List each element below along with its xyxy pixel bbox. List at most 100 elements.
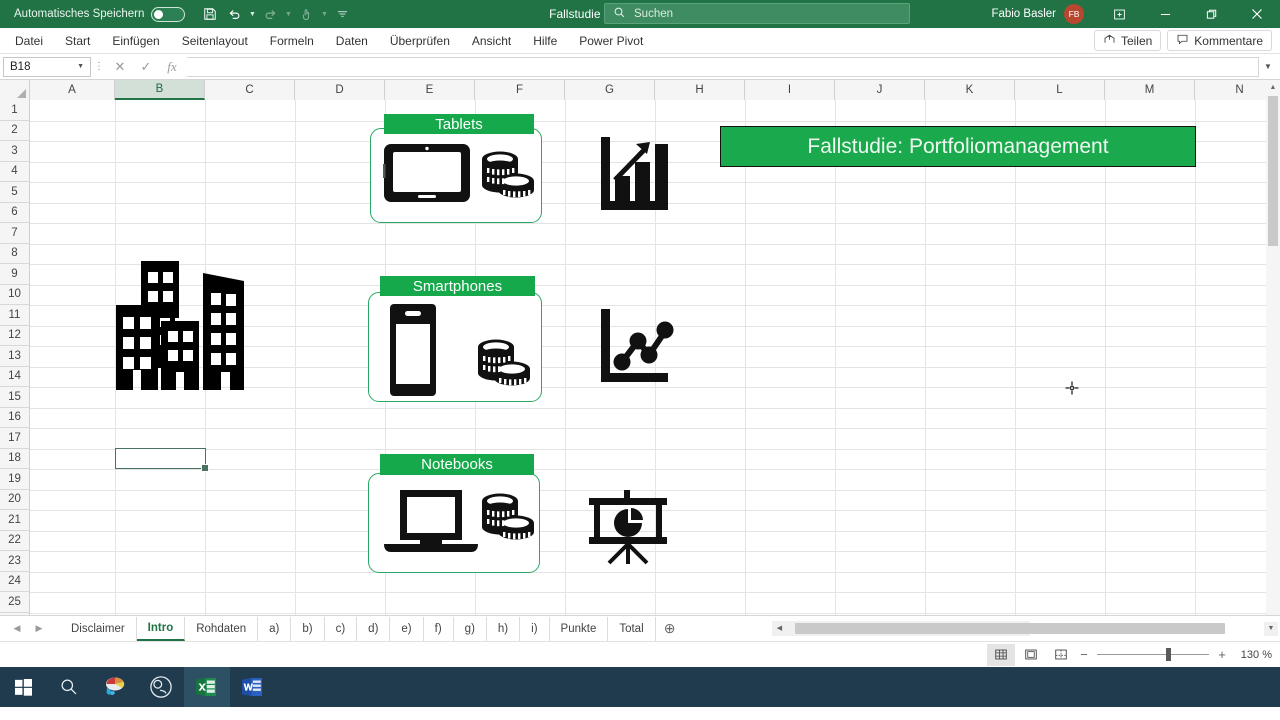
row-header-1[interactable]: 1 (0, 100, 29, 121)
cancel-icon[interactable]: ✕ (107, 56, 133, 78)
autosave-toggle[interactable] (151, 6, 186, 22)
sheet-tab-intro[interactable]: Intro (136, 616, 186, 641)
excel-taskbar[interactable] (184, 667, 230, 707)
touch-mode-icon[interactable] (295, 3, 317, 25)
sheet-tab-d[interactable]: d) (357, 616, 391, 641)
ribbon-tab-start[interactable]: Start (54, 28, 101, 54)
column-header-m[interactable]: M (1105, 80, 1195, 100)
row-header-5[interactable]: 5 (0, 182, 29, 203)
grid-cells[interactable]: Fallstudie: Portfoliomanagement Tablets … (30, 100, 1280, 615)
page-break-preview-icon[interactable] (1047, 644, 1075, 666)
scroll-left-icon[interactable]: ◀ (772, 620, 787, 636)
horizontal-scroll-track[interactable] (787, 620, 1225, 636)
row-header-20[interactable]: 20 (0, 489, 29, 510)
undo-dropdown-icon[interactable]: ▼ (247, 3, 257, 25)
row-header-25[interactable]: 25 (0, 592, 29, 613)
scroll-up-icon[interactable]: ▲ (1266, 80, 1280, 94)
row-header-24[interactable]: 24 (0, 571, 29, 592)
column-header-a[interactable]: A (30, 80, 115, 100)
sheet-tab-i[interactable]: i) (520, 616, 550, 641)
normal-view-icon[interactable] (987, 643, 1015, 666)
bar-chart-growth-icon[interactable] (598, 136, 668, 217)
add-sheet-icon[interactable]: ⊕ (656, 617, 684, 641)
column-header-h[interactable]: H (655, 80, 745, 100)
expand-formula-bar-icon[interactable]: ▼ (1259, 62, 1277, 71)
sheet-tab-f[interactable]: f) (424, 616, 454, 641)
zoom-in-button[interactable]: + (1216, 647, 1228, 662)
column-header-c[interactable]: C (205, 80, 295, 100)
column-header-k[interactable]: K (925, 80, 1015, 100)
minimize-icon[interactable] (1142, 0, 1188, 28)
column-header-j[interactable]: J (835, 80, 925, 100)
zoom-slider-thumb[interactable] (1166, 648, 1172, 661)
ribbon-tab-seitenlayout[interactable]: Seitenlayout (171, 28, 259, 54)
row-header-3[interactable]: 3 (0, 141, 29, 162)
row-header-16[interactable]: 16 (0, 407, 29, 428)
row-header-23[interactable]: 23 (0, 551, 29, 572)
row-header-11[interactable]: 11 (0, 305, 29, 326)
restore-icon[interactable] (1188, 0, 1234, 28)
row-header-2[interactable]: 2 (0, 120, 29, 141)
chevron-down-icon[interactable]: ▼ (77, 63, 84, 70)
card-label-smartphones[interactable]: Smartphones (380, 276, 535, 296)
redo-icon[interactable] (259, 3, 281, 25)
touch-dropdown-icon[interactable]: ▼ (319, 3, 329, 25)
row-header-22[interactable]: 22 (0, 530, 29, 551)
ribbon-tab-power-pivot[interactable]: Power Pivot (568, 28, 654, 54)
save-icon[interactable] (199, 3, 221, 25)
formula-bar-handle[interactable]: ⋮ (91, 61, 107, 72)
row-header-6[interactable]: 6 (0, 202, 29, 223)
sheet-tab-g[interactable]: g) (454, 616, 487, 641)
search-taskbar[interactable] (46, 667, 92, 707)
tablet-icon[interactable] (382, 142, 472, 209)
buildings-icon[interactable] (108, 255, 258, 405)
word-taskbar[interactable] (230, 667, 276, 707)
sheet-tab-h[interactable]: h) (487, 616, 521, 641)
column-header-f[interactable]: F (475, 80, 565, 100)
column-header-e[interactable]: E (385, 80, 475, 100)
sheet-tab-b[interactable]: b) (291, 616, 325, 641)
row-header-7[interactable]: 7 (0, 223, 29, 244)
notebook-icon[interactable] (382, 488, 480, 563)
card-label-notebooks[interactable]: Notebooks (380, 454, 534, 475)
redo-dropdown-icon[interactable]: ▼ (283, 3, 293, 25)
row-header-14[interactable]: 14 (0, 366, 29, 387)
row-header-17[interactable]: 17 (0, 428, 29, 449)
sheet-tab-e[interactable]: e) (390, 616, 424, 641)
row-header-15[interactable]: 15 (0, 387, 29, 408)
ribbon-tab-datei[interactable]: Datei (4, 28, 54, 54)
paint-taskbar[interactable] (92, 667, 138, 707)
presentation-pie-chart-icon[interactable] (586, 488, 670, 571)
row-header-13[interactable]: 13 (0, 346, 29, 367)
page-layout-view-icon[interactable] (1017, 644, 1045, 666)
next-sheet-icon[interactable]: ▶ (28, 618, 50, 640)
comments-button[interactable]: Kommentare (1167, 30, 1272, 51)
coins-icon[interactable] (474, 338, 532, 395)
search-box[interactable]: Suchen (604, 3, 910, 24)
ribbon-tab-einfuegen[interactable]: Einfügen (101, 28, 170, 54)
close-icon[interactable] (1234, 0, 1280, 28)
ribbon-tab-hilfe[interactable]: Hilfe (522, 28, 568, 54)
zoom-out-button[interactable]: − (1078, 647, 1090, 662)
obs-taskbar[interactable] (138, 667, 184, 707)
title-banner[interactable]: Fallstudie: Portfoliomanagement (720, 126, 1196, 167)
ribbon-tab-daten[interactable]: Daten (325, 28, 379, 54)
row-header-4[interactable]: 4 (0, 161, 29, 182)
zoom-control[interactable]: − + (1078, 647, 1228, 662)
column-header-i[interactable]: I (745, 80, 835, 100)
row-header-12[interactable]: 12 (0, 325, 29, 346)
row-header-8[interactable]: 8 (0, 243, 29, 264)
ribbon-display-options-icon[interactable] (1096, 0, 1142, 28)
sheet-tab-punkte[interactable]: Punkte (550, 616, 609, 641)
zoom-slider-track[interactable] (1097, 648, 1209, 661)
insert-function-icon[interactable]: fx (159, 56, 185, 78)
row-header-21[interactable]: 21 (0, 510, 29, 531)
previous-sheet-icon[interactable]: ◀ (6, 618, 28, 640)
ribbon-tab-ansicht[interactable]: Ansicht (461, 28, 522, 54)
formula-input[interactable] (187, 56, 1259, 77)
zoom-value[interactable]: 130 % (1241, 649, 1272, 661)
smartphone-icon[interactable] (388, 302, 438, 403)
column-header-l[interactable]: L (1015, 80, 1105, 100)
scroll-down-icon[interactable]: ▼ (1264, 621, 1278, 636)
share-button[interactable]: Teilen (1093, 30, 1162, 51)
